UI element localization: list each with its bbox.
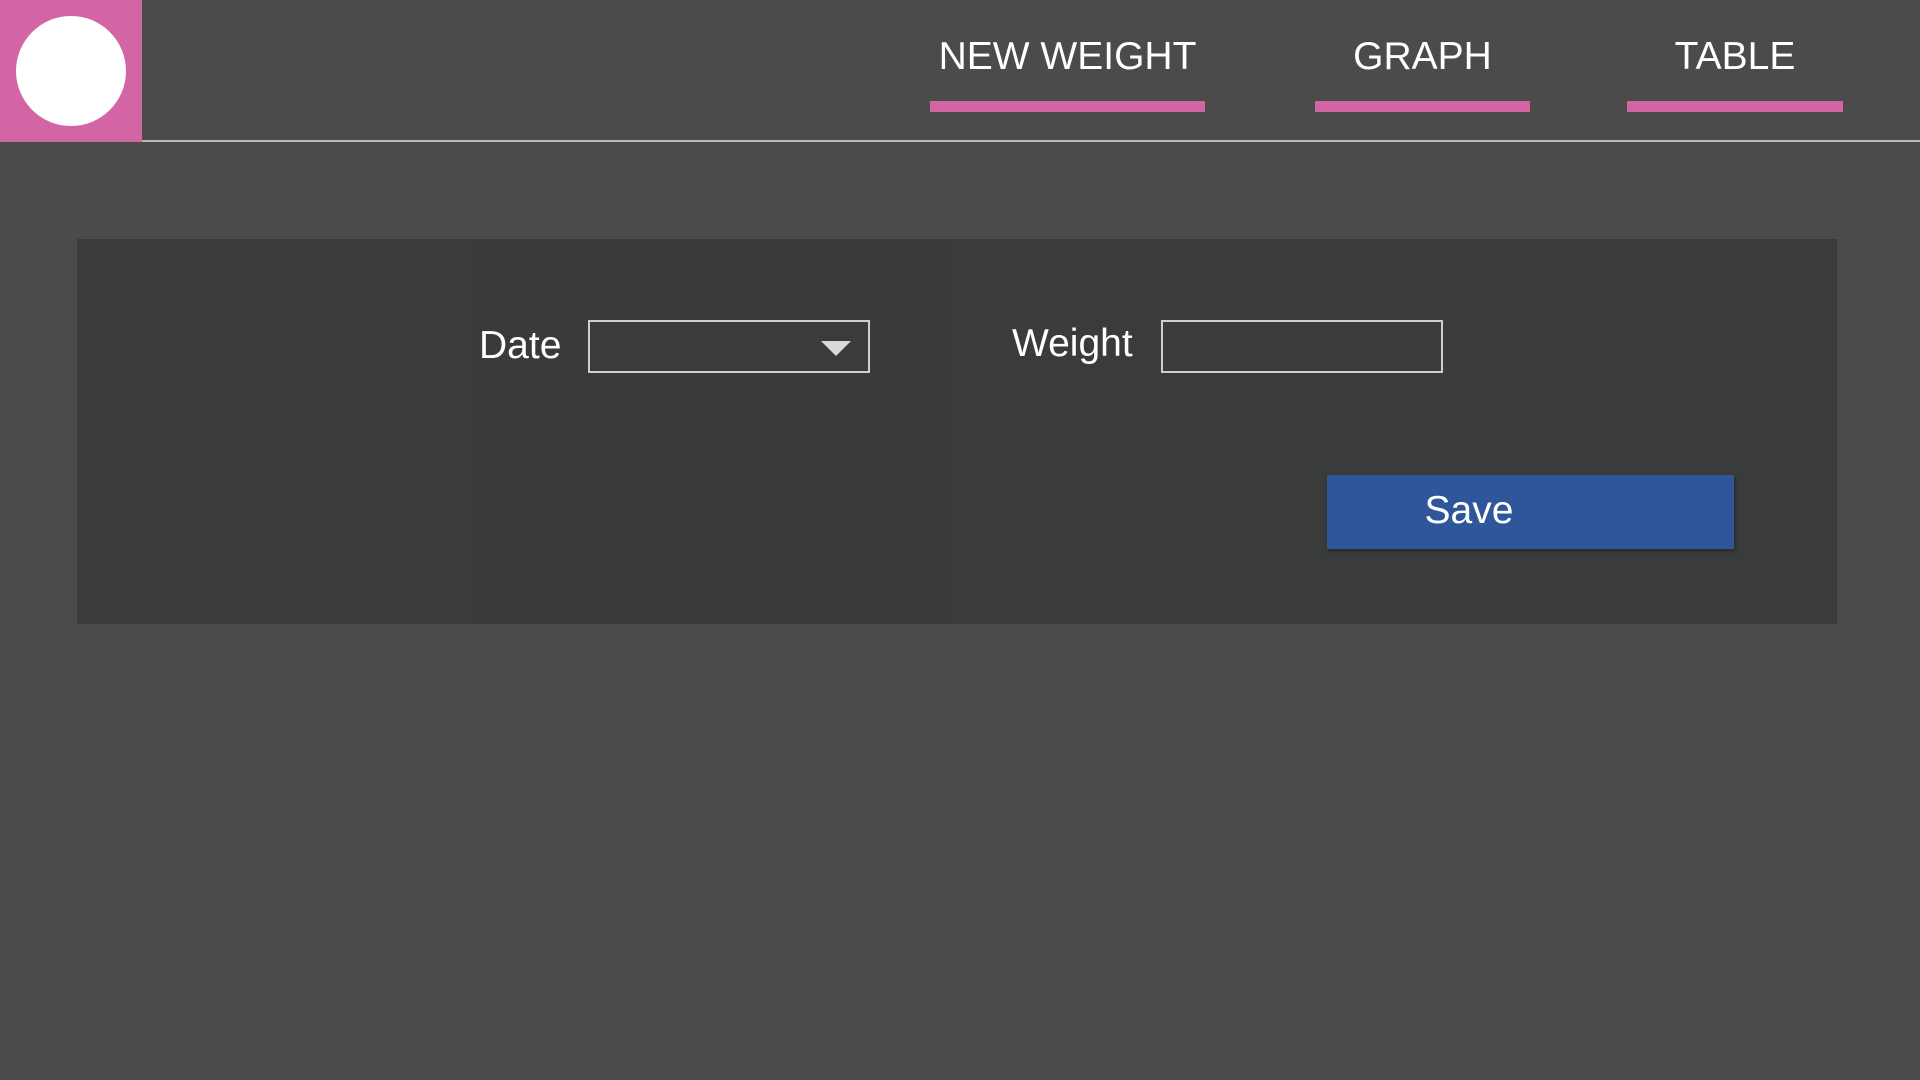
- new-weight-form-panel: Date Weight Save: [77, 239, 1837, 624]
- app-window: NEW WEIGHT GRAPH TABLE Date Weight Save: [0, 0, 1920, 1080]
- weight-input[interactable]: [1161, 320, 1443, 373]
- logo-circle-icon: [16, 16, 126, 126]
- top-navigation-bar: NEW WEIGHT GRAPH TABLE: [0, 0, 1920, 142]
- tab-graph-underline: [1315, 101, 1530, 112]
- save-button[interactable]: Save: [1327, 475, 1734, 549]
- tab-table-label: TABLE: [1674, 35, 1796, 78]
- date-dropdown[interactable]: [588, 320, 870, 373]
- save-button-label: Save: [1424, 489, 1514, 532]
- tab-table-underline: [1627, 101, 1843, 112]
- app-logo[interactable]: [0, 0, 142, 142]
- tab-graph[interactable]: GRAPH: [1315, 0, 1530, 114]
- tab-new-weight[interactable]: NEW WEIGHT: [930, 0, 1205, 114]
- tab-new-weight-label: NEW WEIGHT: [938, 35, 1197, 78]
- tab-graph-label: GRAPH: [1353, 35, 1492, 78]
- tab-table[interactable]: TABLE: [1627, 0, 1843, 114]
- chevron-down-icon[interactable]: [821, 341, 851, 356]
- date-label: Date: [479, 324, 562, 367]
- weight-label: Weight: [1012, 322, 1133, 365]
- tab-new-weight-underline: [930, 101, 1205, 112]
